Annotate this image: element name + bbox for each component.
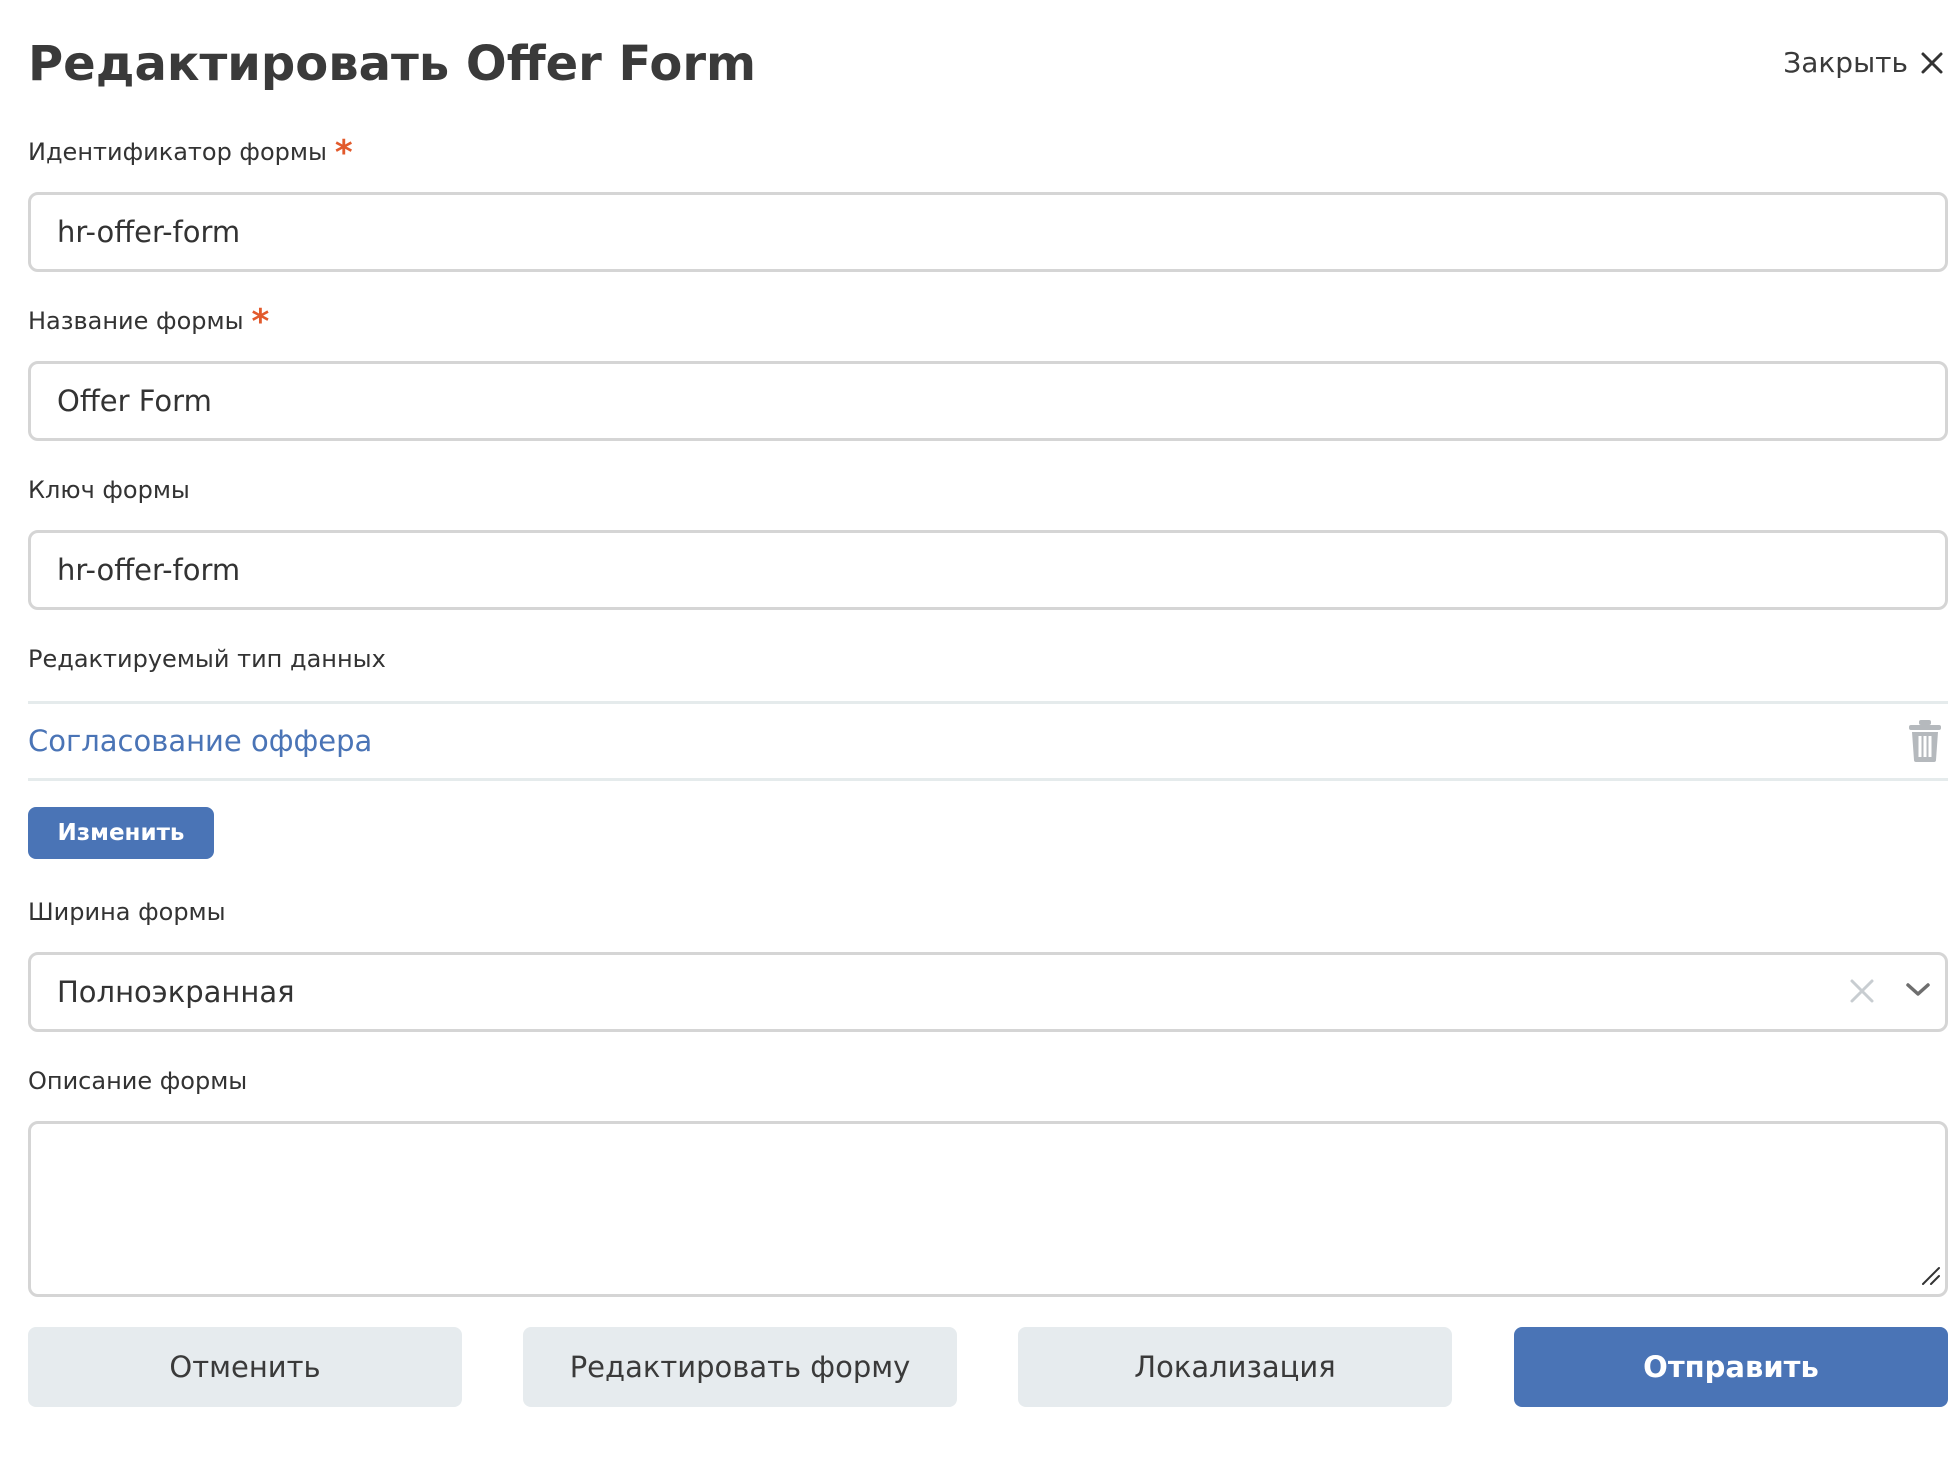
close-button[interactable]: Закрыть xyxy=(1783,46,1944,79)
page-title: Редактировать Offer Form xyxy=(28,36,757,92)
edit-form-button[interactable]: Редактировать форму xyxy=(523,1327,957,1407)
identifier-field-group: Идентификатор формы * xyxy=(28,136,1948,272)
identifier-label: Идентификатор формы xyxy=(28,138,327,166)
data-type-label: Редактируемый тип данных xyxy=(28,645,386,673)
clear-icon[interactable] xyxy=(1849,978,1875,1008)
dialog-header: Редактировать Offer Form Закрыть xyxy=(28,30,1944,100)
required-asterisk: * xyxy=(334,133,353,173)
dialog-footer: Отменить Редактировать форму Локализация… xyxy=(28,1327,1948,1407)
description-textarea[interactable] xyxy=(28,1121,1948,1297)
description-field-group: Описание формы xyxy=(28,1065,1948,1297)
key-label: Ключ формы xyxy=(28,476,190,504)
data-type-row: Согласование оффера xyxy=(28,701,1948,781)
identifier-label-row: Идентификатор формы * xyxy=(28,136,1948,170)
close-icon xyxy=(1920,51,1944,75)
trash-icon[interactable] xyxy=(1908,720,1942,766)
width-label: Ширина формы xyxy=(28,898,226,926)
resize-grip-icon[interactable] xyxy=(1919,1264,1941,1290)
data-type-link[interactable]: Согласование оффера xyxy=(28,724,372,758)
submit-button[interactable]: Отправить xyxy=(1514,1327,1948,1407)
width-select[interactable]: Полноэкранная xyxy=(28,952,1948,1032)
required-asterisk: * xyxy=(251,302,270,342)
data-type-field-group: Редактируемый тип данных Согласование оф… xyxy=(28,643,1948,781)
name-input[interactable] xyxy=(28,361,1948,441)
localization-button[interactable]: Локализация xyxy=(1018,1327,1452,1407)
width-selected-value: Полноэкранная xyxy=(57,975,295,1009)
name-label-row: Название формы * xyxy=(28,305,1948,339)
name-field-group: Название формы * xyxy=(28,305,1948,441)
close-label: Закрыть xyxy=(1783,46,1908,79)
key-input[interactable] xyxy=(28,530,1948,610)
edit-form-dialog: Редактировать Offer Form Закрыть Идентиф… xyxy=(0,0,1954,1457)
width-field-group: Ширина формы Полноэкранная xyxy=(28,896,1948,1032)
name-label: Название формы xyxy=(28,307,244,335)
description-label: Описание формы xyxy=(28,1067,248,1095)
key-field-group: Ключ формы xyxy=(28,474,1948,610)
identifier-input[interactable] xyxy=(28,192,1948,272)
change-data-type-button[interactable]: Изменить xyxy=(28,807,214,859)
cancel-button[interactable]: Отменить xyxy=(28,1327,462,1407)
chevron-down-icon[interactable] xyxy=(1905,981,1931,1003)
